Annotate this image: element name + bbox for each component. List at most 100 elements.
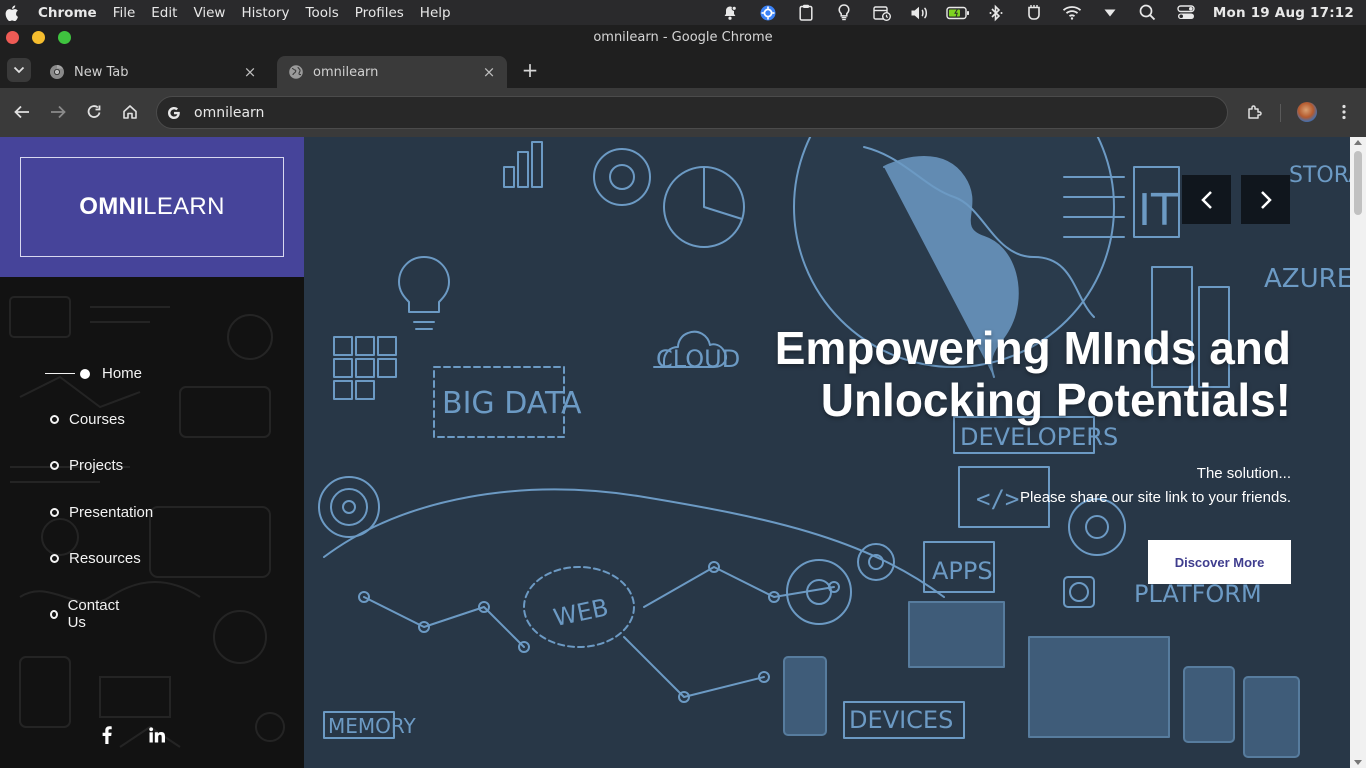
menu-history[interactable]: History (241, 5, 289, 21)
clipboard-icon[interactable] (787, 0, 825, 25)
svg-text:STORA: STORA (1289, 163, 1350, 188)
menu-file[interactable]: File (113, 5, 136, 21)
bell-icon[interactable] (711, 0, 749, 25)
linkedin-icon[interactable] (147, 725, 167, 745)
calendar-clock-icon[interactable] (863, 0, 901, 25)
window-controls (6, 31, 84, 44)
tab-title: New Tab (74, 64, 129, 80)
nav-item-projects[interactable]: Projects (50, 457, 123, 474)
nav-item-resources[interactable]: Resources (50, 550, 141, 567)
page-scrollbar[interactable] (1350, 137, 1366, 768)
address-bar-text[interactable]: omnilearn (194, 105, 264, 121)
hero-background-doodle: BIG DATA CLOUD WEB APPS </> DEVELOPERS P… (304, 137, 1350, 768)
scroll-up-arrow-icon[interactable] (1354, 140, 1362, 145)
nav-bullet-icon (50, 508, 59, 517)
svg-text:BIG DATA: BIG DATA (442, 386, 582, 421)
scrollbar-thumb[interactable] (1354, 151, 1362, 215)
maximize-window-button[interactable] (58, 31, 71, 44)
kebab-menu-icon[interactable] (1332, 100, 1356, 124)
extensions-puzzle-icon[interactable] (1243, 100, 1267, 124)
slider-prev-button[interactable] (1182, 175, 1231, 224)
menu-clock[interactable]: Mon 19 Aug 17:12 (1213, 5, 1354, 21)
facebook-icon[interactable] (97, 725, 117, 745)
nav-bullet-icon (50, 554, 59, 563)
logo-bold-text: OMNI (79, 193, 144, 220)
volume-icon[interactable] (901, 0, 939, 25)
nav-label: Contact Us (67, 597, 120, 631)
site-logo-area: OMNI LEARN (0, 137, 304, 277)
nav-item-presentation[interactable]: Presentation (50, 504, 153, 521)
nav-item-courses[interactable]: Courses (50, 411, 125, 428)
menu-view[interactable]: View (193, 5, 225, 21)
profile-avatar[interactable] (1297, 102, 1317, 122)
nav-label: Home (102, 365, 143, 382)
gear-badge-icon[interactable] (749, 0, 787, 25)
window-title-bar: omnilearn - Google Chrome (0, 25, 1366, 50)
close-tab-icon[interactable]: × (240, 62, 260, 82)
tab-search-button[interactable] (7, 58, 31, 82)
hero-description: Please share our site link to your frien… (1020, 489, 1291, 506)
nav-bullet-icon (50, 609, 58, 619)
svg-text:IT: IT (1138, 185, 1178, 236)
window-title: omnilearn - Google Chrome (593, 30, 773, 45)
minimize-window-button[interactable] (32, 31, 45, 44)
menu-profiles[interactable]: Profiles (355, 5, 404, 21)
nav-bullet-icon (80, 368, 90, 379)
mug-icon[interactable] (1015, 0, 1053, 25)
nav-item-contact-us[interactable]: Contact Us (50, 597, 121, 631)
control-center-icon[interactable] (1167, 0, 1205, 25)
svg-text:DEVICES: DEVICES (849, 706, 953, 734)
new-tab-button[interactable]: + (519, 58, 541, 82)
site-logo[interactable]: OMNI LEARN (20, 157, 284, 257)
dropdown-triangle-icon[interactable] (1091, 0, 1129, 25)
nav-label: Presentation (69, 504, 154, 521)
close-window-button[interactable] (6, 31, 19, 44)
menu-tools[interactable]: Tools (306, 5, 339, 21)
wifi-icon[interactable] (1053, 0, 1091, 25)
site-sidebar: OMNI LEARN Home Courses Projects Presenta… (0, 137, 304, 768)
os-menu-bar: Chrome File Edit View History Tools Prof… (0, 0, 1366, 25)
nav-label: Projects (69, 457, 124, 474)
sidebar-background-doodle (9, 296, 285, 748)
tab-title: omnilearn (313, 64, 379, 80)
browser-toolbar: omnilearn (0, 88, 1366, 137)
menu-edit[interactable]: Edit (151, 5, 177, 21)
svg-text:PLATFORM: PLATFORM (1134, 580, 1262, 608)
nav-label: Courses (69, 411, 125, 428)
menu-app-name[interactable]: Chrome (38, 5, 97, 21)
page-viewport: OMNI LEARN Home Courses Projects Presenta… (0, 137, 1366, 768)
hero-title-line-2: Unlocking Potentials! (820, 374, 1291, 426)
apple-icon[interactable] (0, 0, 24, 25)
hero-title: Empowering MInds and Unlocking Potential… (591, 322, 1291, 426)
tab-omnilearn[interactable]: omnilearn × (277, 56, 507, 88)
reload-icon[interactable] (82, 100, 106, 124)
nav-item-home[interactable]: Home (45, 365, 142, 382)
svg-text:AZURE: AZURE (1264, 264, 1350, 294)
tab-new-tab[interactable]: New Tab × (38, 56, 268, 88)
scroll-down-arrow-icon[interactable] (1354, 760, 1362, 765)
menu-help[interactable]: Help (420, 5, 451, 21)
active-indicator-line (45, 373, 75, 374)
nav-bullet-icon (50, 461, 59, 470)
bluetooth-icon[interactable] (977, 0, 1015, 25)
lightbulb-icon[interactable] (825, 0, 863, 25)
forward-arrow-icon[interactable] (46, 100, 70, 124)
back-arrow-icon[interactable] (10, 100, 34, 124)
battery-icon[interactable] (939, 0, 977, 25)
hero-section: BIG DATA CLOUD WEB APPS </> DEVELOPERS P… (304, 137, 1350, 768)
svg-text:MEMORY: MEMORY (328, 714, 417, 738)
svg-text:APPS: APPS (932, 557, 993, 585)
toolbar-divider (1280, 104, 1281, 122)
slider-next-button[interactable] (1241, 175, 1290, 224)
tab-strip: New Tab × omnilearn × + (0, 50, 1366, 88)
chrome-logo-icon (49, 64, 65, 80)
home-icon[interactable] (118, 100, 142, 124)
chevron-down-icon (13, 66, 25, 74)
search-icon[interactable] (1129, 0, 1167, 25)
address-bar[interactable]: omnilearn (156, 96, 1228, 129)
chevron-left-icon (1200, 190, 1212, 209)
hero-subtitle: The solution... (1196, 465, 1291, 482)
close-tab-icon[interactable]: × (479, 62, 499, 82)
nav-label: Resources (69, 550, 141, 567)
discover-more-button[interactable]: Discover More (1148, 540, 1291, 584)
